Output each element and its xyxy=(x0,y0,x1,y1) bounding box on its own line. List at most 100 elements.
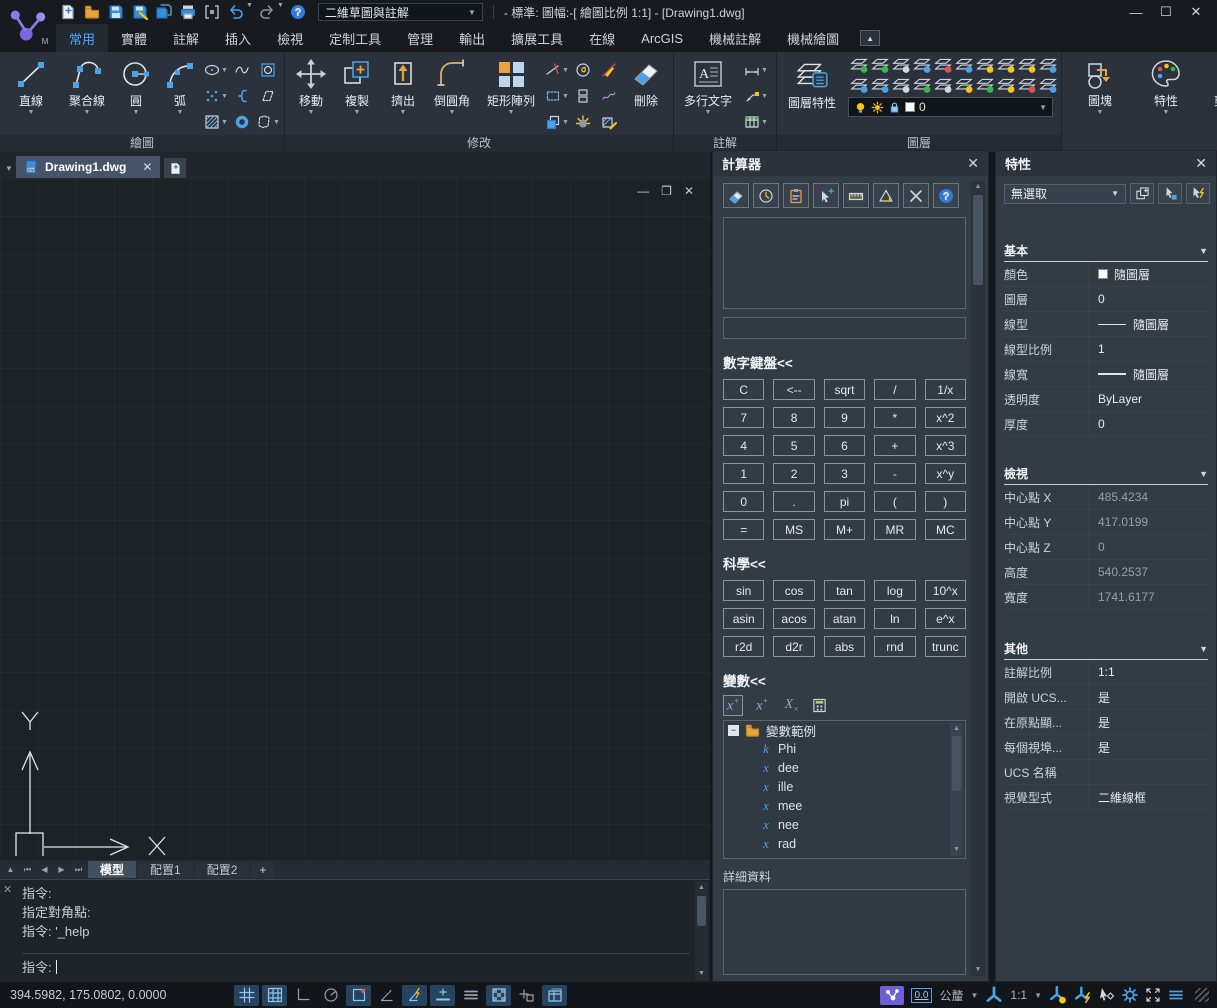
measure-distance-button[interactable] xyxy=(843,183,869,208)
properties-header[interactable]: 特性 ✕ xyxy=(996,151,1216,176)
numpad-key-[interactable]: + xyxy=(874,435,915,456)
doc-minimize-button[interactable]: — xyxy=(637,184,649,198)
property-value[interactable] xyxy=(1089,760,1208,784)
layer-selector[interactable]: 0 ▼ xyxy=(848,97,1053,117)
annotation-monitor-icon[interactable] xyxy=(1074,986,1092,1004)
property-row-[interactable]: 線型隨圖層 xyxy=(1004,312,1208,337)
command-line-window[interactable]: ✕ 指令:指定對角點:指令: '_help 指令: ▲ ▼ xyxy=(0,879,710,982)
calculator-input-field[interactable] xyxy=(723,317,966,339)
ribbon-tab-管理[interactable]: 管理 xyxy=(394,24,446,52)
numpad-key-[interactable]: - xyxy=(874,463,915,484)
auto-annotation-icon[interactable] xyxy=(1049,986,1067,1004)
sci-key-cos[interactable]: cos xyxy=(773,580,814,601)
numpad-key-3[interactable]: 3 xyxy=(824,463,865,484)
circle-button[interactable]: 圓▼ xyxy=(115,55,157,117)
property-value[interactable]: 隨圖層 xyxy=(1089,312,1208,336)
numpad-key-C[interactable]: C xyxy=(723,379,764,400)
numpad-key-4[interactable]: 4 xyxy=(723,435,764,456)
scrollbar-thumb[interactable] xyxy=(973,195,983,285)
sci-key-abs[interactable]: abs xyxy=(824,636,865,657)
sci-key-rnd[interactable]: rnd xyxy=(874,636,915,657)
properties-close-icon[interactable]: ✕ xyxy=(1195,155,1207,172)
numpad-key-0[interactable]: 0 xyxy=(723,491,764,512)
layout-tab-配置1[interactable]: 配置1 xyxy=(138,861,193,878)
edit-polyline-button[interactable] xyxy=(575,62,591,78)
layer-thaw-icon[interactable] xyxy=(997,56,1015,74)
property-row-[interactable]: 寬度1741.6177 xyxy=(1004,585,1208,610)
spline-button[interactable] xyxy=(234,88,250,104)
property-row-[interactable]: 透明度ByLayer xyxy=(1004,387,1208,412)
numpad-key-1x[interactable]: 1/x xyxy=(925,379,966,400)
match-properties-button[interactable] xyxy=(601,88,617,104)
numpad-key-6[interactable]: 6 xyxy=(824,435,865,456)
move-button[interactable]: 移動▼ xyxy=(288,55,334,117)
collapse-icon[interactable]: − xyxy=(728,725,739,736)
selection-filter-icon[interactable] xyxy=(1099,987,1115,1003)
ribbon-collapse-button[interactable]: ▲ xyxy=(860,30,880,46)
first-layout-icon[interactable]: ⏮ xyxy=(20,862,35,877)
section-header-檢視[interactable]: 檢視▼ xyxy=(1004,463,1208,485)
scroll-up-icon[interactable]: ▲ xyxy=(971,181,985,193)
property-value[interactable]: 是 xyxy=(1089,735,1208,759)
layer-walk-icon[interactable] xyxy=(850,56,868,74)
layout-tab-配置2[interactable]: 配置2 xyxy=(195,861,250,878)
thickness-toggle[interactable] xyxy=(458,985,483,1006)
fillet-button[interactable]: 倒圓角▼ xyxy=(426,55,478,117)
status-menu-icon[interactable] xyxy=(1168,987,1184,1003)
quick-select-button[interactable] xyxy=(1186,183,1210,204)
object-snap-toggle[interactable] xyxy=(346,985,371,1006)
numpad-key-[interactable]: . xyxy=(773,491,814,512)
layer-isolate-icon[interactable] xyxy=(1018,56,1036,74)
snap-toggle[interactable] xyxy=(262,985,287,1006)
hatch-button[interactable]: ▼ xyxy=(204,114,228,130)
sci-key-atan[interactable]: atan xyxy=(824,608,865,629)
select-objects-button[interactable] xyxy=(1158,183,1182,204)
ribbon-tab-實體[interactable]: 實體 xyxy=(108,24,160,52)
layer-walk2-icon[interactable] xyxy=(871,76,889,94)
sci-key-asin[interactable]: asin xyxy=(723,608,764,629)
clear-button[interactable] xyxy=(723,183,749,208)
numpad-section-header[interactable]: 數字鍵盤<< xyxy=(723,352,966,372)
chevron-down-icon[interactable]: ▼ xyxy=(1199,469,1208,479)
layer-copy-icon[interactable] xyxy=(997,76,1015,94)
variable-row-nee[interactable]: xnee xyxy=(724,816,965,835)
ribbon-tab-ArcGIS[interactable]: ArcGIS xyxy=(628,24,696,52)
property-value[interactable]: 隨圖層 xyxy=(1089,362,1208,386)
property-value[interactable]: 0 xyxy=(1089,535,1208,559)
copy-button[interactable]: 複製▼ xyxy=(334,55,380,117)
expand-tabs-icon[interactable]: ▲ xyxy=(3,862,18,877)
region-button[interactable] xyxy=(260,62,276,78)
object-snap-tracking-toggle[interactable] xyxy=(374,985,399,1006)
ribbon-tab-註解[interactable]: 註解 xyxy=(160,24,212,52)
rect-array-button[interactable]: 矩形陣列▼ xyxy=(478,55,544,117)
doc-close-button[interactable]: ✕ xyxy=(684,184,694,198)
break-button[interactable] xyxy=(601,62,617,78)
undo-icon[interactable] xyxy=(224,2,248,22)
point-style-button[interactable] xyxy=(575,114,591,130)
panel-label-draw[interactable]: 繪圖 xyxy=(0,135,284,152)
properties-button[interactable]: 特性▼ xyxy=(1138,55,1194,152)
quick-properties-toggle[interactable] xyxy=(514,985,539,1006)
save-as-icon[interactable] xyxy=(128,2,152,22)
wipeout-button[interactable] xyxy=(260,88,276,104)
sci-key-log[interactable]: log xyxy=(874,580,915,601)
unit-name-label[interactable]: 公釐 xyxy=(939,987,963,1004)
layer-unisolate-icon[interactable] xyxy=(1039,76,1057,94)
maximize-button[interactable]: ☐ xyxy=(1153,3,1179,21)
polar-tracking-toggle[interactable] xyxy=(318,985,343,1006)
numpad-key-[interactable]: ) xyxy=(925,491,966,512)
property-row-[interactable]: 顏色隨圖層 xyxy=(1004,262,1208,287)
property-value[interactable]: 隨圖層 xyxy=(1089,262,1208,286)
calculator-return-icon[interactable] xyxy=(812,698,827,713)
variables-section-header[interactable]: 變數<< xyxy=(723,670,966,690)
command-prompt[interactable]: 指令: xyxy=(22,953,690,976)
property-value[interactable]: 二維線框 xyxy=(1089,785,1208,809)
lineweight-toggle[interactable] xyxy=(430,985,455,1006)
new-file-icon[interactable] xyxy=(56,2,80,22)
property-value[interactable]: 0 xyxy=(1089,287,1208,311)
section-header-基本[interactable]: 基本▼ xyxy=(1004,240,1208,262)
property-row-[interactable]: 厚度0 xyxy=(1004,412,1208,437)
ribbon-tab-機械註解[interactable]: 機械註解 xyxy=(696,24,774,52)
line-button[interactable]: 直線▼ xyxy=(3,55,59,117)
sci-key-tan[interactable]: tan xyxy=(824,580,865,601)
